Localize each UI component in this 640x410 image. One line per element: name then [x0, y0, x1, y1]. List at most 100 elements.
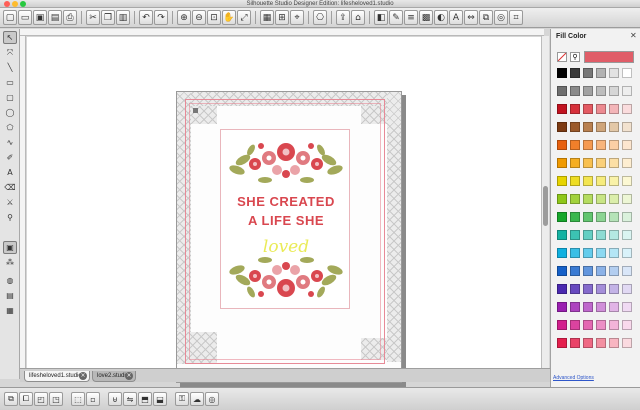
bring-forward-icon[interactable]: ⬒	[138, 392, 152, 406]
cut-settings-icon[interactable]: ⎔	[313, 10, 327, 25]
compound-path-icon[interactable]: ◰	[34, 392, 48, 406]
color-swatch[interactable]	[557, 104, 567, 114]
sketch-icon[interactable]: ◍	[3, 274, 17, 287]
color-swatch[interactable]	[596, 248, 606, 258]
color-swatch[interactable]	[557, 230, 567, 240]
transparency-icon[interactable]: ◐	[434, 10, 448, 25]
color-swatch[interactable]	[622, 212, 632, 222]
color-swatch[interactable]	[622, 86, 632, 96]
trace-icon[interactable]: ⌗	[509, 10, 523, 25]
color-swatch[interactable]	[622, 338, 632, 348]
color-swatch[interactable]	[622, 122, 632, 132]
color-swatch[interactable]	[583, 104, 593, 114]
new-document-icon[interactable]: ▢	[3, 10, 17, 25]
color-swatch[interactable]	[570, 176, 580, 186]
deselect-icon[interactable]: ▫	[86, 392, 100, 406]
color-swatch[interactable]	[557, 194, 567, 204]
weld-icon[interactable]: ⊎	[108, 392, 122, 406]
color-swatch[interactable]	[583, 266, 593, 276]
rounded-rectangle-tool-icon[interactable]: ▢	[3, 91, 17, 104]
color-swatch[interactable]	[570, 284, 580, 294]
ungroup-icon[interactable]: ⧠	[19, 392, 33, 406]
color-swatch[interactable]	[583, 230, 593, 240]
color-swatch[interactable]	[609, 248, 619, 258]
color-swatch[interactable]	[622, 68, 632, 78]
undo-icon[interactable]: ↶	[139, 10, 153, 25]
color-swatch[interactable]	[557, 68, 567, 78]
zoom-in-icon[interactable]: ⊕	[177, 10, 191, 25]
target-icon[interactable]: ◎	[205, 392, 219, 406]
color-swatch[interactable]	[596, 158, 606, 168]
color-swatch[interactable]	[596, 302, 606, 312]
flip-icon[interactable]: ⇋	[123, 392, 137, 406]
color-swatch[interactable]	[596, 338, 606, 348]
color-swatch[interactable]	[609, 158, 619, 168]
paste-icon[interactable]: ▥	[116, 10, 130, 25]
color-swatch[interactable]	[570, 122, 580, 132]
color-swatch[interactable]	[609, 194, 619, 204]
color-swatch[interactable]	[570, 68, 580, 78]
color-swatch[interactable]	[570, 104, 580, 114]
color-swatch[interactable]	[596, 320, 606, 330]
color-swatch[interactable]	[596, 194, 606, 204]
library-icon[interactable]: ▤	[48, 10, 62, 25]
scrollbar-thumb[interactable]	[543, 186, 548, 226]
no-fill-swatch[interactable]	[557, 52, 567, 62]
document-tab[interactable]: lifesheloved1.studio ×	[24, 371, 90, 382]
send-to-silhouette-icon[interactable]: ⇪	[336, 10, 350, 25]
offset-icon[interactable]: ◎	[494, 10, 508, 25]
zoom-select-icon[interactable]: ⊡	[207, 10, 221, 25]
color-swatch[interactable]	[609, 122, 619, 132]
color-swatch[interactable]	[583, 158, 593, 168]
cut-icon[interactable]: ✂	[86, 10, 100, 25]
align-icon[interactable]: ⇔	[464, 10, 478, 25]
design-store-icon[interactable]: ▤	[3, 289, 17, 302]
color-swatch[interactable]	[609, 230, 619, 240]
select-all-icon[interactable]: ⬚	[71, 392, 85, 406]
rhinestone-icon[interactable]: ⁂	[3, 256, 17, 269]
print-icon[interactable]: ⎙	[63, 10, 77, 25]
color-swatch[interactable]	[557, 284, 567, 294]
design-canvas[interactable]: SHE CREATED A LIFE SHE loved	[27, 37, 541, 387]
advanced-options-link[interactable]: Advanced Options	[553, 375, 594, 381]
color-swatch[interactable]	[622, 176, 632, 186]
color-swatch[interactable]	[622, 248, 632, 258]
color-swatch[interactable]	[609, 266, 619, 276]
color-swatch[interactable]	[596, 212, 606, 222]
quote-design[interactable]: SHE CREATED A LIFE SHE loved	[220, 129, 350, 309]
color-swatch[interactable]	[570, 230, 580, 240]
color-swatch[interactable]	[596, 284, 606, 294]
select-tool-icon[interactable]: ↖	[3, 31, 17, 44]
color-swatch[interactable]	[583, 302, 593, 312]
copy-icon[interactable]: ❐	[101, 10, 115, 25]
line-color-icon[interactable]: ✎	[389, 10, 403, 25]
vertical-scrollbar[interactable]	[541, 36, 549, 368]
color-swatch[interactable]	[557, 212, 567, 222]
color-swatch[interactable]	[609, 212, 619, 222]
color-swatch[interactable]	[622, 158, 632, 168]
color-swatch[interactable]	[570, 212, 580, 222]
color-swatch[interactable]	[609, 140, 619, 150]
color-swatch[interactable]	[570, 194, 580, 204]
fill-pattern-icon[interactable]: ▩	[419, 10, 433, 25]
color-swatch[interactable]	[570, 302, 580, 312]
color-swatch[interactable]	[557, 122, 567, 132]
show-cut-lines-icon[interactable]: ▣	[3, 241, 17, 254]
color-swatch[interactable]	[583, 212, 593, 222]
color-swatch[interactable]	[622, 104, 632, 114]
line-tool-icon[interactable]: ╲	[3, 61, 17, 74]
color-swatch[interactable]	[583, 86, 593, 96]
color-swatch[interactable]	[596, 68, 606, 78]
group-icon[interactable]: ⧉	[4, 392, 18, 406]
eraser-tool-icon[interactable]: ⌫	[3, 181, 17, 194]
library-panel-icon[interactable]: ▦	[3, 304, 17, 317]
send-back-icon[interactable]: ⬓	[153, 392, 167, 406]
color-swatch[interactable]	[557, 302, 567, 312]
color-swatch[interactable]	[596, 122, 606, 132]
color-swatch[interactable]	[609, 320, 619, 330]
color-swatch[interactable]	[557, 86, 567, 96]
pan-icon[interactable]: ✋	[222, 10, 236, 25]
color-swatch[interactable]	[557, 248, 567, 258]
color-swatch[interactable]	[557, 338, 567, 348]
color-swatch[interactable]	[557, 266, 567, 276]
